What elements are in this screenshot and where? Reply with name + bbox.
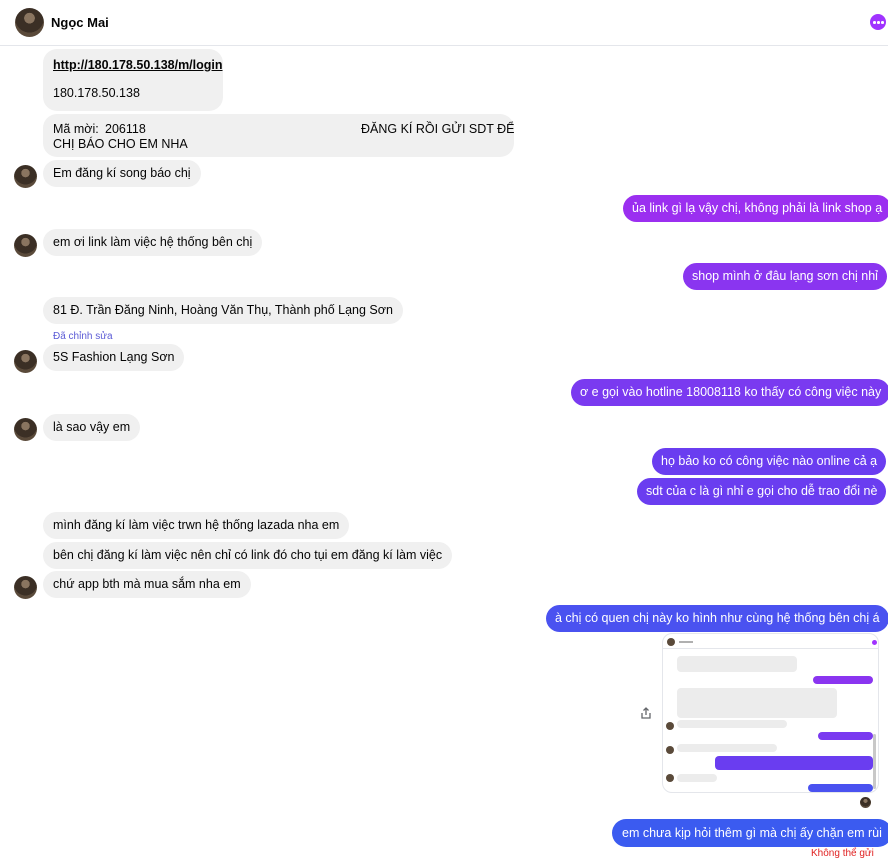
invite-code: 206118 (105, 122, 146, 136)
message-incoming: 81 Đ. Trần Đăng Ninh, Hoàng Văn Thụ, Thà… (43, 297, 403, 324)
contact-name[interactable]: Ngọc Mai (51, 15, 109, 30)
message-incoming: 5S Fashion Lạng Sơn (43, 344, 185, 371)
message-incoming: mình đăng kí làm việc trwn hệ thống laza… (43, 512, 350, 539)
message-outgoing: em chưa kịp hỏi thêm gì mà chị ấy chặn e… (612, 819, 888, 847)
chat-header: Ngọc Mai (0, 0, 888, 46)
invite-note-2: CHỊ BÁO CHO EM NHA (53, 137, 188, 151)
sender-avatar[interactable] (14, 418, 37, 441)
sender-avatar[interactable] (14, 350, 37, 373)
edited-label: Đã chỉnh sửa (53, 331, 113, 342)
seen-avatar (860, 797, 871, 808)
invite-label: Mã mời: (53, 122, 99, 136)
message-outgoing: ủa link gì lạ vậy chị, không phải là lin… (623, 195, 888, 222)
share-icon[interactable] (639, 706, 653, 720)
send-failed-status: Không thể gửi (811, 848, 874, 859)
message-outgoing: họ bảo ko có công việc nào online cả ạ (652, 448, 887, 475)
message-outgoing: à chị có quen chị này ko hình như cùng h… (546, 605, 888, 632)
message-incoming: em ơi link làm việc hệ thống bên chị (43, 229, 263, 256)
message-incoming: bên chị đăng kí làm việc nên chỉ có link… (43, 542, 453, 569)
login-link[interactable]: http://180.178.50.138/m/login (53, 57, 223, 73)
message-incoming: là sao vậy em (43, 414, 141, 441)
message-outgoing: sdt của c là gì nhỉ e gọi cho dễ trao đổ… (637, 478, 887, 505)
message-link[interactable]: http://180.178.50.138/m/login 180.178.50… (43, 49, 223, 111)
message-incoming: Em đăng kí song báo chị (43, 160, 201, 187)
message-outgoing: shop mình ở đâu lạng sơn chị nhỉ (683, 263, 887, 290)
sender-avatar[interactable] (14, 576, 37, 599)
more-options-icon[interactable] (870, 14, 886, 30)
invite-note-1: ĐĂNG KÍ RỒI GỬI SDT ĐỂ (361, 122, 515, 136)
message-outgoing: ơ e gọi vào hotline 18008118 ko thấy có … (571, 379, 888, 406)
screenshot-thumbnail[interactable] (662, 633, 879, 793)
sender-avatar[interactable] (14, 234, 37, 257)
message-incoming: chứ app bth mà mua sắm nha em (43, 571, 251, 598)
sender-avatar[interactable] (14, 165, 37, 188)
link-ip: 180.178.50.138 (53, 86, 140, 100)
message-invite: Mã mời: 206118 ĐĂNG KÍ RỒI GỬI SDT ĐỂ CH… (43, 114, 515, 157)
contact-avatar[interactable] (15, 8, 44, 37)
